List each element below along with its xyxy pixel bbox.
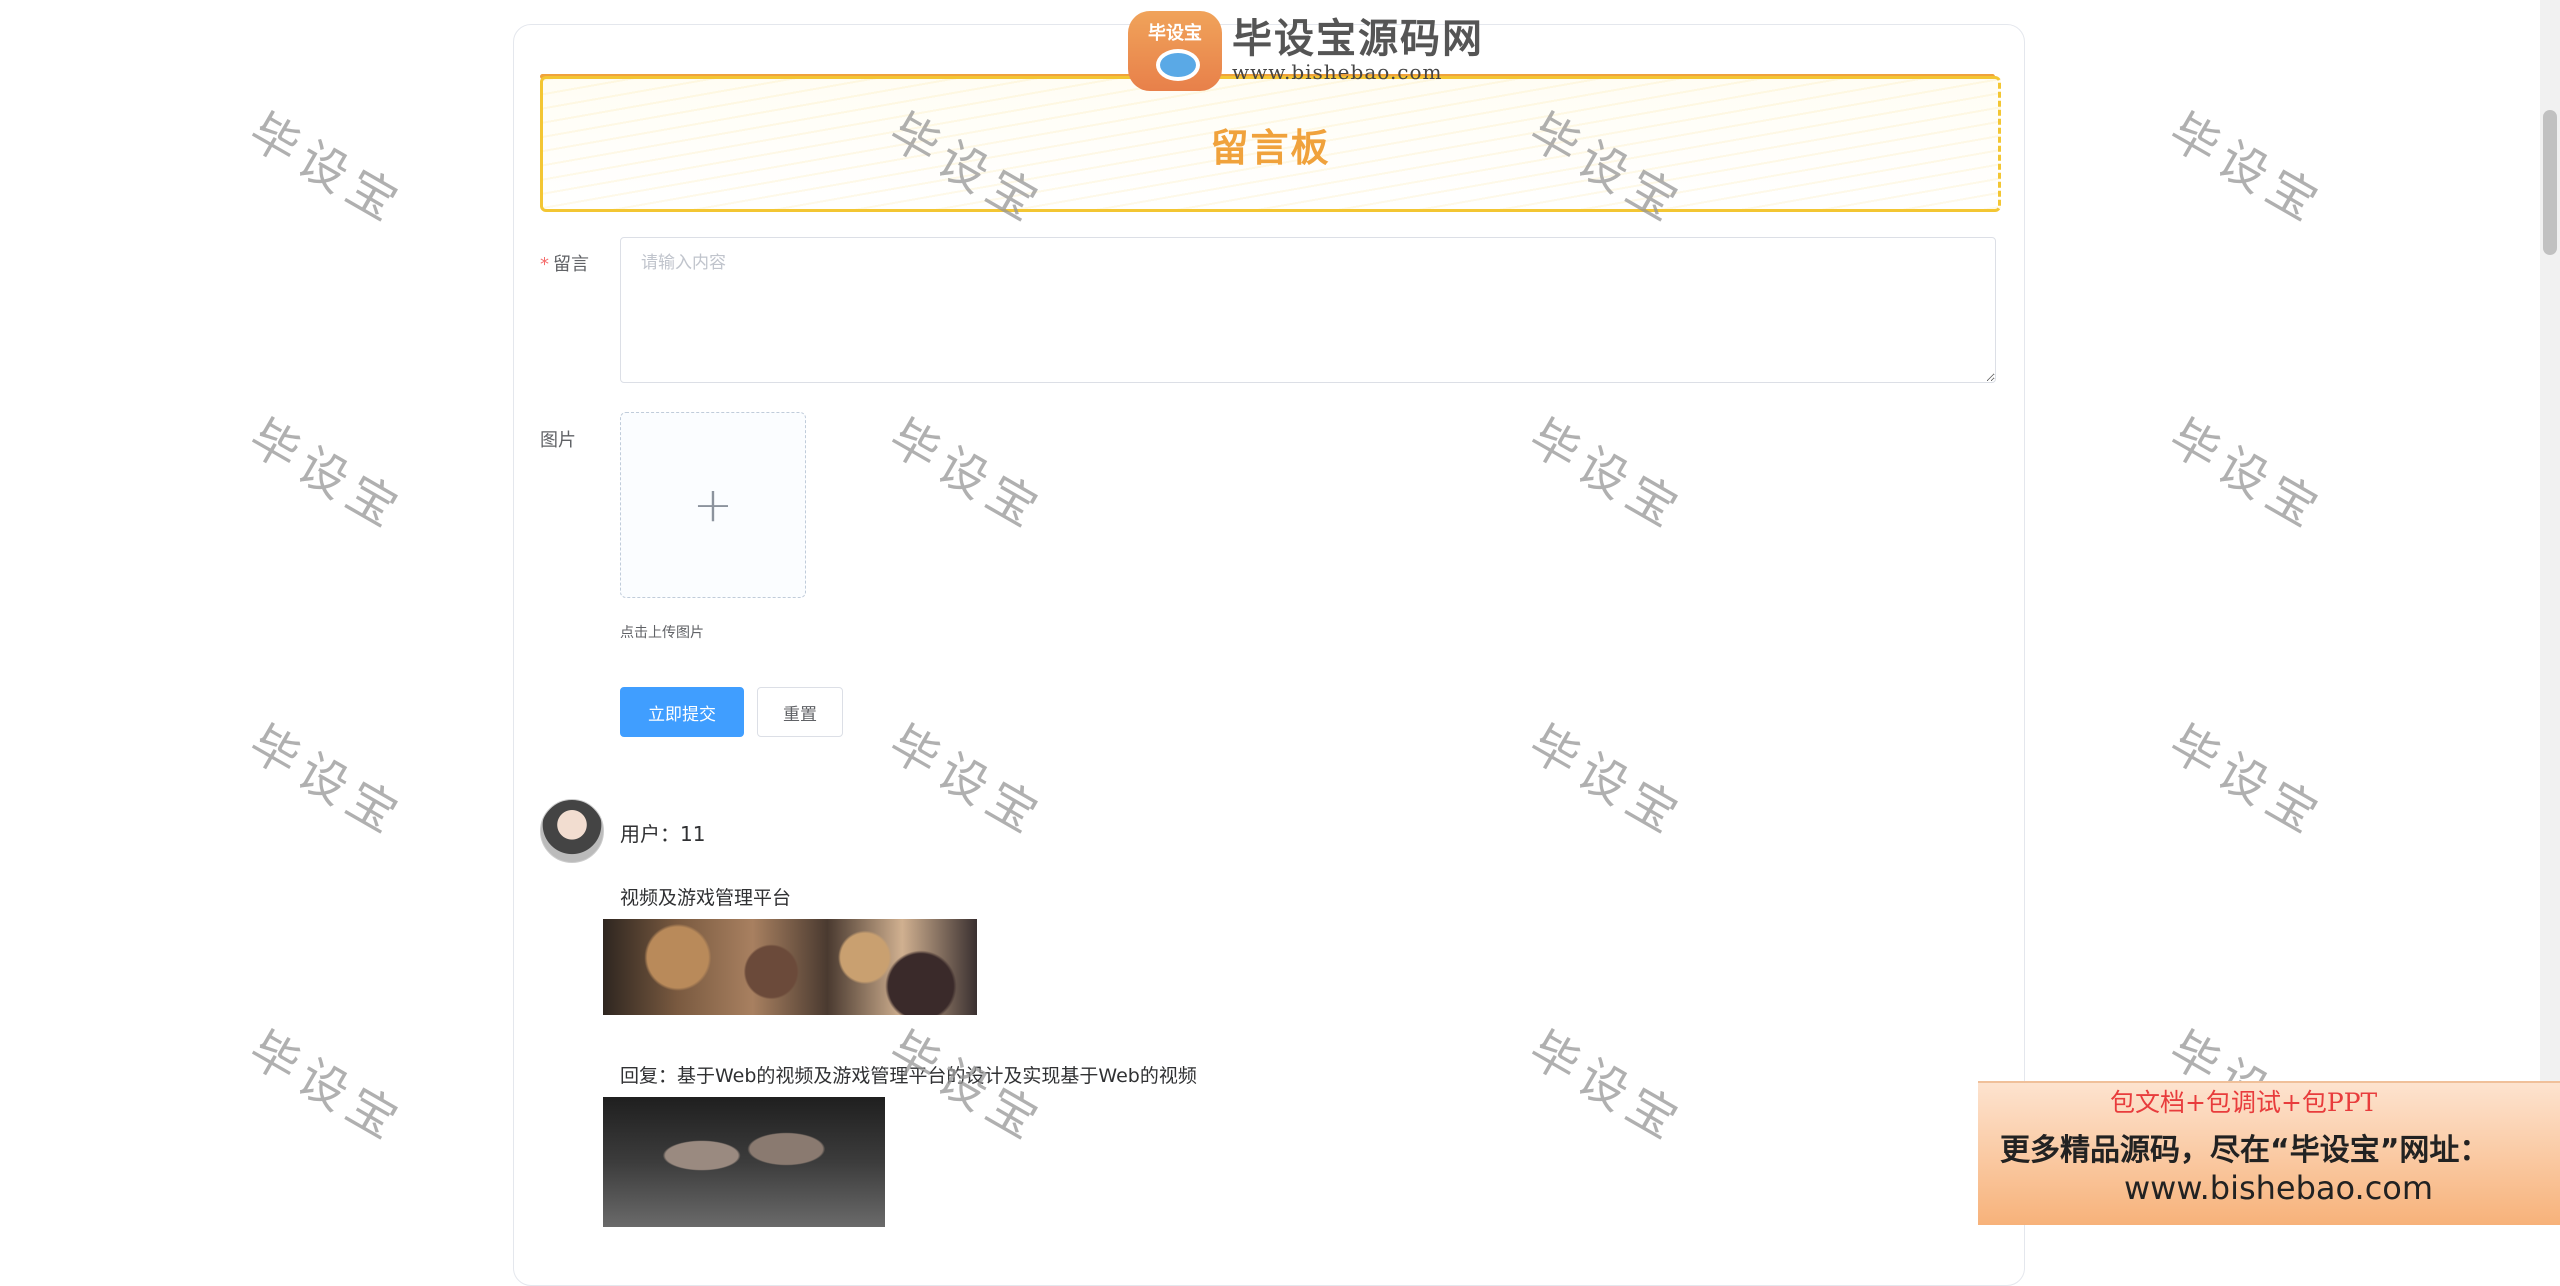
watermark-text: 毕设宝	[2159, 715, 2334, 848]
page-title: 留言板	[1210, 125, 1331, 170]
message-input[interactable]	[620, 237, 1996, 383]
comment-content: 视频及游戏管理平台	[620, 887, 792, 909]
message-label-text: 留言	[553, 254, 589, 275]
site-logo: 毕设宝 毕设宝源码网 www.bishebao.com	[1128, 8, 1508, 94]
watermark-text: 毕设宝	[2159, 103, 2334, 236]
logo-badge-text: 毕设宝	[1148, 23, 1202, 44]
watermark-text: 毕设宝	[239, 1021, 414, 1154]
watermark-text: 毕设宝	[239, 409, 414, 542]
submit-button[interactable]: 立即提交	[620, 687, 744, 737]
ad-url: www.bishebao.com	[2124, 1169, 2434, 1207]
ad-banner[interactable]: 包文档+包调试+包PPT 更多精品源码，尽在“毕设宝”网址： www.bishe…	[1978, 1081, 2560, 1225]
reset-button[interactable]: 重置	[757, 687, 843, 737]
reply-image	[603, 1097, 885, 1227]
upload-tip: 点击上传图片	[620, 625, 704, 641]
watermark-text: 毕设宝	[239, 103, 414, 236]
ad-line2: 更多精品源码，尽在“毕设宝”网址：	[2000, 1133, 2490, 1168]
watermark-text: 毕设宝	[239, 715, 414, 848]
comment-image	[603, 919, 977, 1015]
watermark-text: 毕设宝	[2159, 409, 2334, 542]
scrollbar[interactable]	[2540, 0, 2560, 1223]
image-label: 图片	[540, 430, 576, 451]
logo-url: www.bishebao.com	[1232, 60, 1443, 84]
comment-reply: 回复：基于Web的视频及游戏管理平台的设计及实现基于Web的视频	[620, 1065, 1197, 1087]
logo-name: 毕设宝源码网	[1232, 16, 1484, 62]
logo-badge-icon: 毕设宝	[1128, 11, 1222, 91]
logo-eye-icon	[1156, 49, 1200, 81]
required-mark: *	[540, 254, 549, 275]
plus-icon: +	[692, 477, 734, 533]
scrollbar-thumb[interactable]	[2543, 110, 2557, 255]
image-upload-button[interactable]: +	[620, 412, 806, 598]
ad-line1: 包文档+包调试+包PPT	[2110, 1088, 2378, 1117]
comment-user: 用户：11	[620, 822, 706, 846]
page-banner: 留言板	[540, 76, 2001, 212]
avatar	[540, 799, 604, 863]
message-label: * 留言	[540, 250, 589, 276]
